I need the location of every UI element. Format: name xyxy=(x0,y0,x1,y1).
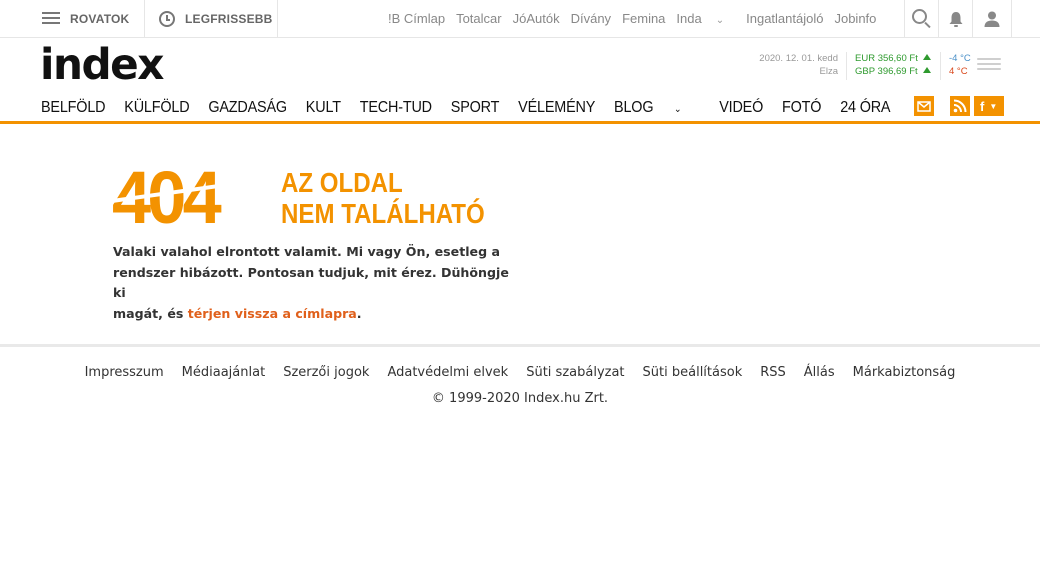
partner-link-inda[interactable]: Inda ⌄ xyxy=(676,11,735,26)
current-date: 2020. 12. 01. kedd xyxy=(759,53,838,64)
error-message-prefix: magát, és xyxy=(113,305,188,321)
gbp-rate: GBP 396,69 Ft xyxy=(855,66,918,77)
footer-link-allas[interactable]: Állás xyxy=(804,365,835,380)
footer-divider xyxy=(0,344,1040,347)
partner-link-joautok[interactable]: JóAutók xyxy=(513,11,560,26)
temp-low: -4 °C xyxy=(949,53,971,64)
footer-link-adatvedelmi-elvek[interactable]: Adatvédelmi elvek xyxy=(387,365,508,380)
partner-link-totalcar[interactable]: Totalcar xyxy=(456,11,502,26)
logo-text: index xyxy=(40,45,164,85)
rate-up-icon xyxy=(922,67,931,73)
notifications-button[interactable] xyxy=(938,0,972,37)
footer-link-suti-szabalyzat[interactable]: Süti szabályzat xyxy=(526,365,624,380)
error-message-line2: rendszer hibázott. Pontosan tudjuk, mit … xyxy=(113,264,509,301)
legfrissebb-label: LEGFRISSEBB xyxy=(185,11,273,26)
clock-icon xyxy=(159,10,175,27)
partner-link-femina[interactable]: Femina xyxy=(622,11,665,26)
nav-item-kulfold[interactable]: KÜLFÖLD xyxy=(124,99,189,117)
user-account-button[interactable] xyxy=(972,0,1012,37)
nav-item-belfold[interactable]: BELFÖLD xyxy=(41,99,106,117)
error-title-line1: AZ OLDAL xyxy=(281,167,403,198)
footer-link-mediaajanlat[interactable]: Médiaajánlat xyxy=(182,365,266,380)
main-nav: BELFÖLD KÜLFÖLD GAZDASÁG KULT TECH-TUD S… xyxy=(41,96,909,120)
facebook-icon: f xyxy=(980,98,985,114)
footer-links: Impresszum Médiaajánlat Szerzői jogok Ad… xyxy=(0,365,1040,380)
nav-item-24-ora[interactable]: 24 ÓRA xyxy=(840,99,890,117)
nav-item-gazdasag[interactable]: GAZDASÁG xyxy=(208,99,287,117)
footer-link-markabiztonsag[interactable]: Márkabiztonság xyxy=(853,365,956,380)
partner-link-jobinfo[interactable]: Jobinfo xyxy=(834,11,876,26)
facebook-button[interactable]: f ▼ xyxy=(974,96,1004,116)
back-to-homepage-link[interactable]: térjen vissza a címlapra xyxy=(188,306,357,321)
partner-link-ib-cimlap[interactable]: !B Címlap xyxy=(388,11,445,26)
error-message: Valaki valahol elrontott valamit. Mi vag… xyxy=(113,242,513,324)
date-info: 2020. 12. 01. kedd Elza xyxy=(740,52,838,78)
rss-icon xyxy=(953,99,967,113)
search-icon xyxy=(912,9,927,24)
error-title-line2: NEM TALÁLHATÓ xyxy=(281,198,485,229)
search-button[interactable] xyxy=(904,0,938,37)
eur-rate: EUR 356,60 Ft xyxy=(855,53,918,64)
partner-links: !B Címlap Totalcar JóAutók Dívány Femina… xyxy=(388,0,887,37)
nav-item-sport[interactable]: SPORT xyxy=(451,99,500,117)
user-icon xyxy=(984,11,1000,27)
mail-icon xyxy=(917,101,931,112)
nav-item-velemeny[interactable]: VÉLEMÉNY xyxy=(518,99,595,117)
chevron-down-icon: ⌄ xyxy=(674,104,682,115)
top-utility-bar: ROVATOK LEGFRISSEBB !B Címlap Totalcar J… xyxy=(0,0,1040,38)
rovatok-label: ROVATOK xyxy=(70,11,130,26)
nav-item-blog-label: BLOG xyxy=(614,99,654,116)
error-message-line1: Valaki valahol elrontott valamit. Mi vag… xyxy=(113,244,500,259)
hamburger-menu-icon xyxy=(42,12,60,25)
nav-item-tech-tud[interactable]: TECH-TUD xyxy=(360,99,432,117)
newsletter-button[interactable] xyxy=(914,96,934,116)
nav-item-blog[interactable]: BLOG ⌄ xyxy=(614,99,700,117)
bell-icon xyxy=(949,11,962,27)
legfrissebb-button[interactable]: LEGFRISSEBB xyxy=(144,0,278,37)
nameday: Elza xyxy=(819,66,838,77)
rate-up-icon xyxy=(922,54,931,60)
nav-item-foto[interactable]: FOTÓ xyxy=(782,99,821,117)
footer-link-impresszum[interactable]: Impresszum xyxy=(85,365,164,380)
error-message-suffix: . xyxy=(356,305,362,321)
index-logo[interactable]: index xyxy=(40,45,202,85)
temp-high: 4 °C xyxy=(949,66,968,77)
weather-widget[interactable]: -4 °C 4 °C xyxy=(940,52,971,80)
error-title: AZ OLDAL NEM TALÁLHATÓ xyxy=(281,167,485,229)
chevron-down-icon: ⌄ xyxy=(715,15,725,26)
footer-link-suti-beallitasok[interactable]: Süti beállítások xyxy=(643,365,743,380)
footer-link-szerzoi-jogok[interactable]: Szerzői jogok xyxy=(283,365,369,380)
fog-icon xyxy=(977,57,1001,73)
partner-link-ingatlantajolo[interactable]: Ingatlantájoló xyxy=(746,11,823,26)
rovatok-button[interactable]: ROVATOK xyxy=(26,0,144,37)
partner-link-divany[interactable]: Dívány xyxy=(571,11,611,26)
nav-item-kult[interactable]: KULT xyxy=(306,99,341,117)
footer-link-rss[interactable]: RSS xyxy=(760,365,786,380)
chevron-down-icon: ▼ xyxy=(989,101,998,111)
partner-link-inda-label: Inda xyxy=(676,11,702,26)
exchange-rates[interactable]: EUR 356,60 Ft GBP 396,69 Ft xyxy=(846,52,931,80)
nav-accent-line xyxy=(0,121,1040,124)
rss-button[interactable] xyxy=(950,96,970,116)
nav-item-video[interactable]: VIDEÓ xyxy=(719,99,763,117)
copyright: © 1999-2020 Index.hu Zrt. xyxy=(431,391,609,406)
